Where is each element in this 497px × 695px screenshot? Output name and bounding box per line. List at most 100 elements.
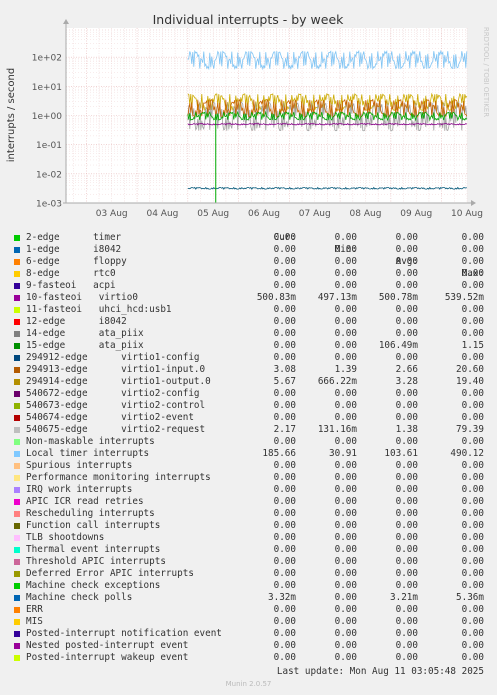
legend-max: 20.60 <box>456 364 484 375</box>
munin-version: Munin 2.0.57 <box>225 680 272 688</box>
legend-cur: 0.00 <box>273 268 296 279</box>
legend-label: Performance monitoring interrupts <box>26 472 211 483</box>
legend-cur: 0.00 <box>273 520 296 531</box>
legend-cur: 0.00 <box>273 496 296 507</box>
legend-max: 0.00 <box>461 232 484 243</box>
legend-max: 1.15 <box>461 340 484 351</box>
chart-title: Individual interrupts - by week <box>153 12 345 27</box>
legend-max: 0.00 <box>461 604 484 615</box>
legend-avg: 0.00 <box>395 400 418 411</box>
x-tick-label: 04 Aug <box>146 209 178 219</box>
legend-min: 0.00 <box>334 592 357 603</box>
legend-avg: 0.00 <box>395 580 418 591</box>
legend-label: 9-fasteoi acpi <box>26 280 116 291</box>
last-update: Last update: Mon Aug 11 03:05:48 2025 <box>276 666 484 677</box>
legend-row: Machine check exceptions 0.00 0.00 0.00 0.00 <box>0 580 497 592</box>
legend-cur: 0.00 <box>273 328 296 339</box>
legend-avg: 0.00 <box>395 652 418 663</box>
legend-row: 14-edge ata_piix 0.00 0.00 0.00 0.00 <box>0 328 497 340</box>
x-tick-label: 07 Aug <box>299 209 331 219</box>
legend-swatch <box>14 655 20 661</box>
legend-cur: 0.00 <box>273 604 296 615</box>
legend-avg: 0.00 <box>395 556 418 567</box>
legend-cur: 3.32m <box>268 592 296 603</box>
legend-min: 0.00 <box>334 532 357 543</box>
x-tick-label: 06 Aug <box>248 209 280 219</box>
legend-max: 0.00 <box>461 436 484 447</box>
legend-header: Cur: Min: Avg: Max: <box>0 220 497 279</box>
legend-row: Posted-interrupt notification event 0.00 0… <box>0 628 497 640</box>
legend-swatch <box>14 547 20 553</box>
legend-swatch <box>14 499 20 505</box>
legend-cur: 0.00 <box>273 460 296 471</box>
x-axis-arrow <box>471 200 476 206</box>
legend-cur: 0.00 <box>273 556 296 567</box>
legend-min: 0.00 <box>334 436 357 447</box>
legend-avg: 0.00 <box>395 532 418 543</box>
legend-label: 294912-edge virtio1-config <box>26 352 200 363</box>
legend-max: 0.00 <box>461 256 484 267</box>
legend-min: 0.00 <box>334 268 357 279</box>
legend-swatch <box>14 331 20 337</box>
legend-label: 14-edge ata_piix <box>26 328 144 339</box>
legend-swatch <box>14 463 20 469</box>
legend-max: 0.00 <box>461 616 484 627</box>
legend-avg: 0.00 <box>395 544 418 555</box>
legend-min: 0.00 <box>334 544 357 555</box>
legend-cur: 0.00 <box>273 232 296 243</box>
legend-max: 0.00 <box>461 544 484 555</box>
legend-label: Posted-interrupt notification event <box>26 628 222 639</box>
x-tick-label: 03 Aug <box>96 209 128 219</box>
legend-label: 294913-edge virtio1-input.0 <box>26 364 206 375</box>
legend-avg: 0.00 <box>395 616 418 627</box>
legend-min: 0.00 <box>334 412 357 423</box>
legend-row: Local timer interrupts 185.66 30.91 103.61 4… <box>0 448 497 460</box>
legend-cur: 500.83m <box>256 292 296 303</box>
legend-row: 540672-edge virtio2-config 0.00 0.00 0.00 0.… <box>0 388 497 400</box>
legend-swatch <box>14 451 20 457</box>
legend-swatch <box>14 487 20 493</box>
y-tick-label: 1e+02 <box>32 54 62 64</box>
legend-row: IRQ work interrupts 0.00 0.00 0.00 0.00 <box>0 484 497 496</box>
legend-row: APIC ICR read retries 0.00 0.00 0.00 0.00 <box>0 496 497 508</box>
legend-swatch <box>14 571 20 577</box>
legend-label: IRQ work interrupts <box>26 484 133 495</box>
legend-max: 0.00 <box>461 556 484 567</box>
legend-min: 0.00 <box>334 472 357 483</box>
y-tick-label: 1e-01 <box>36 141 62 151</box>
legend-row: 15-edge ata_piix 0.00 0.00 106.49m 1.15 <box>0 340 497 352</box>
legend-avg: 0.00 <box>395 460 418 471</box>
legend-label: Posted-interrupt wakeup event <box>26 652 189 663</box>
legend-label: 294914-edge virtio1-output.0 <box>26 376 211 387</box>
legend-max: 0.00 <box>461 484 484 495</box>
legend-label: Thermal event interrupts <box>26 544 161 555</box>
legend-label: 6-edge floppy <box>26 256 127 267</box>
legend-avg: 500.78m <box>378 292 418 303</box>
legend-swatch <box>14 403 20 409</box>
legend-row: MIS 0.00 0.00 0.00 0.00 <box>0 616 497 628</box>
legend-swatch <box>14 391 20 397</box>
legend-max: 0.00 <box>461 580 484 591</box>
legend-label: 8-edge rtc0 <box>26 268 116 279</box>
y-tick-label: 1e+01 <box>32 83 62 93</box>
legend-cur: 0.00 <box>273 652 296 663</box>
legend-min: 0.00 <box>334 244 357 255</box>
legend-avg: 0.00 <box>395 436 418 447</box>
legend-avg: 0.00 <box>395 328 418 339</box>
legend-swatch <box>14 283 20 289</box>
legend-row: 9-fasteoi acpi 0.00 0.00 0.00 0.00 <box>0 280 497 292</box>
legend-min: 0.00 <box>334 460 357 471</box>
legend-max: 0.00 <box>461 316 484 327</box>
legend-avg: 2.66 <box>395 364 418 375</box>
legend-row: 540674-edge virtio2-event 0.00 0.00 0.00 0.0… <box>0 412 497 424</box>
legend-avg: 0.00 <box>395 280 418 291</box>
legend-min: 30.91 <box>329 448 357 459</box>
legend-min: 0.00 <box>334 520 357 531</box>
legend-cur: 0.00 <box>273 256 296 267</box>
legend-swatch <box>14 259 20 265</box>
legend-avg: 0.00 <box>395 304 418 315</box>
legend-swatch <box>14 607 20 613</box>
legend-min: 497.13m <box>317 292 357 303</box>
legend-swatch <box>14 355 20 361</box>
legend-max: 0.00 <box>461 652 484 663</box>
